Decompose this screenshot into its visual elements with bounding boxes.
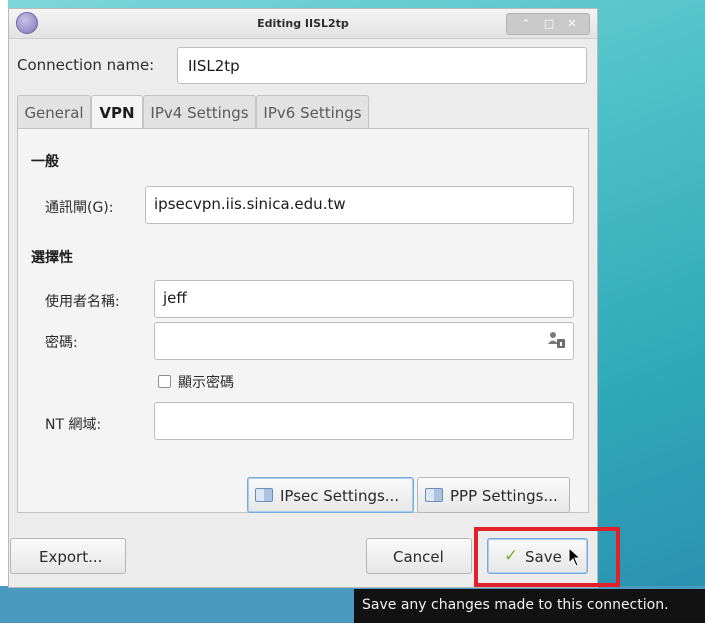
password-input[interactable]	[154, 322, 574, 360]
username-input[interactable]: jeff	[154, 280, 574, 318]
export-button[interactable]: Export...	[10, 538, 126, 574]
keep-above-icon[interactable]: ⌃	[517, 16, 535, 32]
title-bar[interactable]: Editing IISL2tp ⌃ □ ✕	[9, 9, 597, 39]
maximize-icon[interactable]: □	[540, 16, 558, 32]
username-label: 使用者名稱:	[45, 294, 120, 310]
export-label: Export...	[39, 548, 103, 566]
ppp-settings-button[interactable]: PPP Settings...	[417, 477, 570, 513]
optional-section-heading: 選擇性	[31, 250, 73, 266]
password-storage-icon[interactable]	[548, 331, 566, 349]
gateway-label: 通訊閘(G):	[45, 200, 114, 216]
nt-domain-input[interactable]	[154, 402, 574, 440]
password-label: 密碼:	[45, 335, 78, 351]
close-icon[interactable]: ✕	[563, 16, 581, 32]
desktop-edge	[0, 0, 8, 623]
tab-ipv6-settings[interactable]: IPv6 Settings	[256, 95, 369, 129]
window-controls: ⌃ □ ✕	[506, 13, 590, 35]
connection-name-label: Connection name:	[17, 56, 155, 74]
edit-connection-dialog: Editing IISL2tp ⌃ □ ✕ Connection name: I…	[8, 8, 598, 588]
tab-ipv4-settings[interactable]: IPv4 Settings	[143, 95, 256, 129]
tab-vpn[interactable]: VPN	[91, 95, 143, 130]
mouse-cursor-icon	[568, 547, 582, 567]
connection-name-input[interactable]: IISL2tp	[177, 47, 587, 84]
show-password-label: 顯示密碼	[178, 375, 234, 391]
show-password-checkbox[interactable]	[158, 375, 171, 388]
gateway-input[interactable]: ipsecvpn.iis.sinica.edu.tw	[145, 186, 574, 224]
settings-icon	[255, 488, 273, 502]
vpn-tab-panel: 一般 通訊閘(G): ipsecvpn.iis.sinica.edu.tw 選擇…	[17, 128, 589, 513]
tab-general[interactable]: General	[17, 95, 91, 129]
cancel-button[interactable]: Cancel	[366, 538, 472, 574]
save-highlight-annotation	[474, 527, 620, 587]
cancel-label: Cancel	[393, 548, 444, 566]
settings-icon	[425, 488, 443, 502]
ipsec-settings-button[interactable]: IPsec Settings...	[247, 477, 414, 513]
general-section-heading: 一般	[31, 154, 59, 170]
nt-domain-label: NT 網域:	[45, 417, 102, 433]
ipsec-settings-label: IPsec Settings...	[280, 487, 400, 505]
save-tooltip: Save any changes made to this connection…	[354, 589, 705, 623]
ppp-settings-label: PPP Settings...	[450, 487, 558, 505]
